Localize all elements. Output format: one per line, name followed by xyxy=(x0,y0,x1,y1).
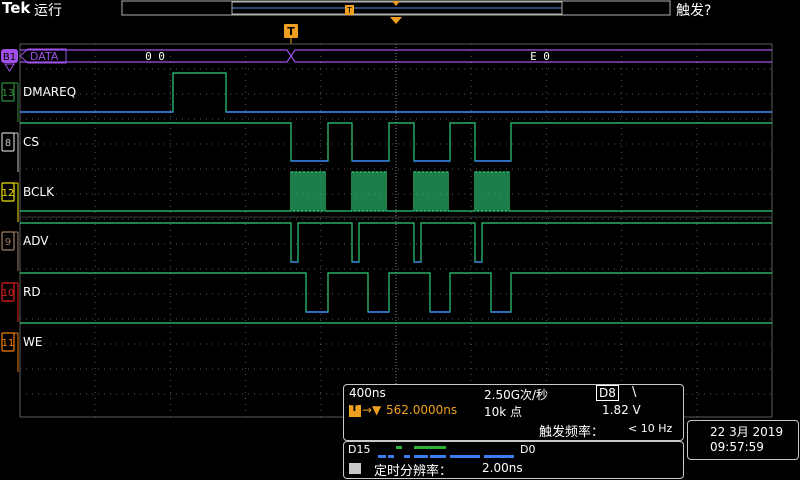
channel-bclk-label[interactable]: 12 BCLK xyxy=(1,182,55,222)
channel-name: ADV xyxy=(23,234,49,248)
time: 09:57:59 xyxy=(710,440,764,454)
run-state[interactable]: 运行 xyxy=(34,0,62,20)
readout-panel[interactable]: 400ns 2.50G次/秒 D8 \ T →▼ 562.0000ns 10k … xyxy=(343,384,684,441)
sample-rate: 2.50G次/秒 xyxy=(484,388,549,402)
waveforms xyxy=(20,49,772,324)
channel-we-label[interactable]: 11 WE xyxy=(1,332,43,372)
channel-name: WE xyxy=(23,335,42,349)
resolution-label: 定时分辨率： xyxy=(374,464,453,479)
datetime-panel[interactable]: 22 3月 2019 09:57:59 xyxy=(687,420,799,460)
horizontal-position: 562.0000ns xyxy=(386,403,458,417)
channel-badge-text: 10 xyxy=(2,288,15,299)
trigger-t-icon: T xyxy=(349,403,361,417)
date: 22 3月 2019 xyxy=(710,425,784,439)
resolution-value: 2.00ns xyxy=(482,461,523,475)
trigger-level: 1.82 V xyxy=(602,403,641,417)
channel-name: RD xyxy=(23,285,41,299)
graticule xyxy=(19,43,773,418)
trigger-position-marker[interactable]: T xyxy=(284,24,298,44)
channel-name: BCLK xyxy=(23,185,55,199)
digital-activity-icon xyxy=(378,446,514,458)
record-length: 10k 点 xyxy=(484,405,523,419)
bus-position-icon xyxy=(4,63,15,72)
svg-text:T: T xyxy=(346,6,352,15)
overview-center-marker xyxy=(392,1,400,6)
channel-badge-text: 13 xyxy=(2,88,15,99)
channel-dmareq-label[interactable]: 13 DMAREQ xyxy=(1,82,77,122)
trigger-source: D8 xyxy=(596,385,619,401)
svg-text:T: T xyxy=(287,25,295,38)
arrow-icon: →▼ xyxy=(362,403,382,417)
channel-rd-label[interactable]: 10 RD xyxy=(1,282,41,322)
trigger-slope-icon: \ xyxy=(632,385,637,400)
trigger-state[interactable]: 触发? xyxy=(676,0,711,20)
channel-data-label[interactable]: B1 DATA xyxy=(1,48,67,72)
horizontal-position-marker[interactable] xyxy=(390,17,402,24)
brand-logo: Tek xyxy=(2,0,31,17)
timebase-scale: 400ns xyxy=(349,386,386,400)
digital-panel[interactable]: D15 D0 定时分辨率： 2.00ns xyxy=(343,441,684,479)
channel-name: DATA xyxy=(30,50,59,63)
channel-badge-text: 12 xyxy=(2,188,15,199)
overview-trigger-marker: T xyxy=(345,5,354,15)
channel-name: CS xyxy=(23,135,39,149)
trigger-frequency-label: 触发频率： xyxy=(539,425,605,440)
channel-badge-text: 11 xyxy=(2,338,15,349)
resolution-icon xyxy=(349,463,361,474)
channel-adv-label[interactable]: 9 ADV xyxy=(1,231,49,271)
bus-value: 0 0 xyxy=(145,50,165,63)
channel-badge-text: B1 xyxy=(3,52,16,63)
trigger-frequency-value: < 10 Hz xyxy=(628,422,673,435)
channel-name: DMAREQ xyxy=(23,85,76,99)
channel-badge-text: 8 xyxy=(5,138,11,149)
bus-value: E 0 xyxy=(530,50,550,63)
channel-badge-text: 9 xyxy=(5,237,11,248)
